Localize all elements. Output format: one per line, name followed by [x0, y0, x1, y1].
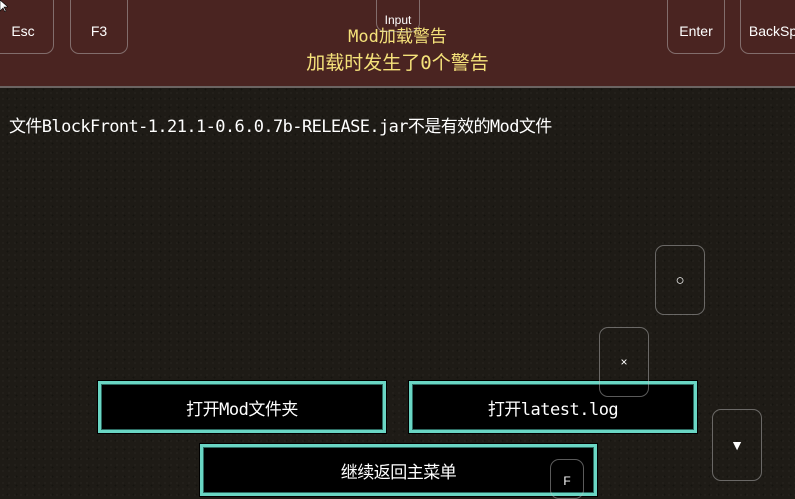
mouse-cursor-icon — [0, 0, 8, 12]
f3-key-label: F3 — [90, 23, 108, 39]
continue-main-menu-button[interactable]: 继续返回主菜单 — [200, 444, 597, 496]
backspace-key[interactable]: BackSp — [740, 0, 795, 54]
circle-key[interactable]: ○ — [655, 245, 705, 315]
open-mods-folder-button[interactable]: 打开Mod文件夹 — [98, 381, 386, 433]
open-latest-log-button[interactable]: 打开latest.log — [409, 381, 697, 433]
down-arrow-key[interactable]: ▼ — [712, 409, 762, 481]
enter-key[interactable]: Enter — [667, 0, 725, 54]
f3-key[interactable]: F3 — [70, 0, 128, 54]
small-key[interactable]: F — [550, 459, 584, 499]
cross-key[interactable]: × — [599, 327, 649, 397]
enter-key-label: Enter — [679, 23, 713, 39]
warning-message: 文件BlockFront-1.21.1-0.6.0.7b-RELEASE.jar… — [9, 117, 552, 137]
input-key[interactable]: Input — [376, 0, 420, 32]
backspace-key-label: BackSp — [748, 23, 795, 39]
esc-key[interactable]: Esc — [0, 0, 54, 54]
esc-key-label: Esc — [11, 23, 35, 39]
